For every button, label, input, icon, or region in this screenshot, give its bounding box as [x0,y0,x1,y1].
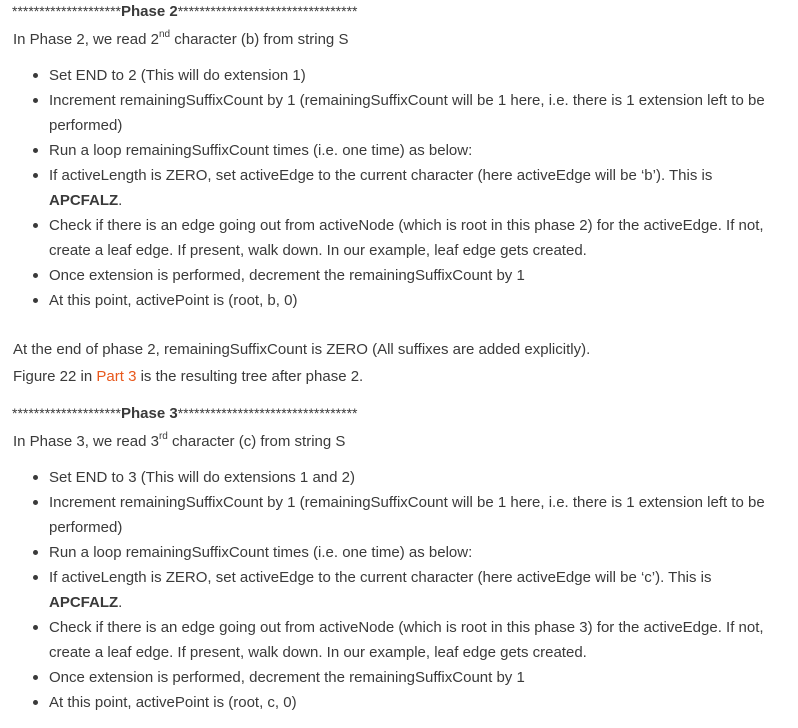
list-item-text: Run a loop remainingSuffixCount times (i… [49,544,473,561]
list-item-text: At this point, activePoint is (root, b, … [49,292,298,309]
phase2-figure-note: Figure 22 in Part 3 is the resulting tre… [13,367,363,387]
list-item-text: Set END to 2 (This will do extension 1) [49,67,306,84]
list-item: Set END to 3 (This will do extensions 1 … [0,465,798,490]
phase2-intro-ordinal: nd [158,29,171,40]
part3-link[interactable]: Part 3 [96,368,136,385]
phase3-intro-ordinal: rd [158,431,168,442]
list-item-strong: APCFALZ [49,192,119,209]
list-item-strong: APCFALZ [49,594,119,611]
phase3-header: ********************Phase 3*************… [12,405,357,422]
list-item-text: Set END to 3 (This will do extensions 1 … [49,469,355,486]
list-item: At this point, activePoint is (root, c, … [0,690,798,715]
phase2-header: ********************Phase 2*************… [12,3,357,20]
list-item-text: Check if there is an edge going out from… [49,619,764,661]
list-item: At this point, activePoint is (root, b, … [0,288,798,313]
list-item-text: Check if there is an edge going out from… [49,217,764,259]
list-item-text: Increment remainingSuffixCount by 1 (rem… [49,92,765,134]
list-item: Once extension is performed, decrement t… [0,665,798,690]
list-item-text: Once extension is performed, decrement t… [49,669,525,686]
phase3-header-title: Phase 3 [120,405,178,422]
phase2-intro-text: In Phase 2, we read 2 [13,31,159,48]
list-item-tail: . [118,192,123,209]
phase2-step-list: Set END to 2 (This will do extension 1) … [0,63,798,313]
list-item: Check if there is an edge going out from… [0,213,798,263]
phase3-header-suffix: ********************************* [177,405,358,421]
phase3-intro-text-end: character (c) from string S [167,433,346,450]
list-item-text: Run a loop remainingSuffixCount times (i… [49,142,473,159]
list-item-text: At this point, activePoint is (root, c, … [49,694,297,711]
list-item: Increment remainingSuffixCount by 1 (rem… [0,490,798,540]
phase3-header-prefix: ******************** [12,405,121,421]
list-item: Run a loop remainingSuffixCount times (i… [0,138,798,163]
list-item-tail: . [118,594,123,611]
phase3-step-list: Set END to 3 (This will do extensions 1 … [0,465,798,715]
list-item-text: If activeLength is ZERO, set activeEdge … [49,167,713,184]
figure-note-text-end: is the resulting tree after phase 2. [136,368,364,385]
figure-note-text: Figure 22 in [13,368,97,385]
phase2-intro-text-end: character (b) from string S [170,31,349,48]
list-item-text: Once extension is performed, decrement t… [49,267,525,284]
phase2-header-prefix: ******************** [12,3,121,19]
list-item-text: Increment remainingSuffixCount by 1 (rem… [49,494,765,536]
list-item: Run a loop remainingSuffixCount times (i… [0,540,798,565]
phase2-header-title: Phase 2 [120,3,178,20]
phase2-header-suffix: ********************************* [177,3,358,19]
phase3-intro-text: In Phase 3, we read 3 [13,433,159,450]
list-item: Set END to 2 (This will do extension 1) [0,63,798,88]
list-item: If activeLength is ZERO, set activeEdge … [0,565,798,615]
article-content: ********************Phase 2*************… [0,0,798,728]
phase2-end-note: At the end of phase 2, remainingSuffixCo… [13,341,591,358]
list-item: If activeLength is ZERO, set activeEdge … [0,163,798,213]
list-item: Once extension is performed, decrement t… [0,263,798,288]
list-item: Increment remainingSuffixCount by 1 (rem… [0,88,798,138]
phase3-intro: In Phase 3, we read 3rd character (c) fr… [13,432,345,452]
list-item: Check if there is an edge going out from… [0,615,798,665]
list-item-text: If activeLength is ZERO, set activeEdge … [49,569,712,586]
phase2-intro: In Phase 2, we read 2nd character (b) fr… [13,30,348,50]
